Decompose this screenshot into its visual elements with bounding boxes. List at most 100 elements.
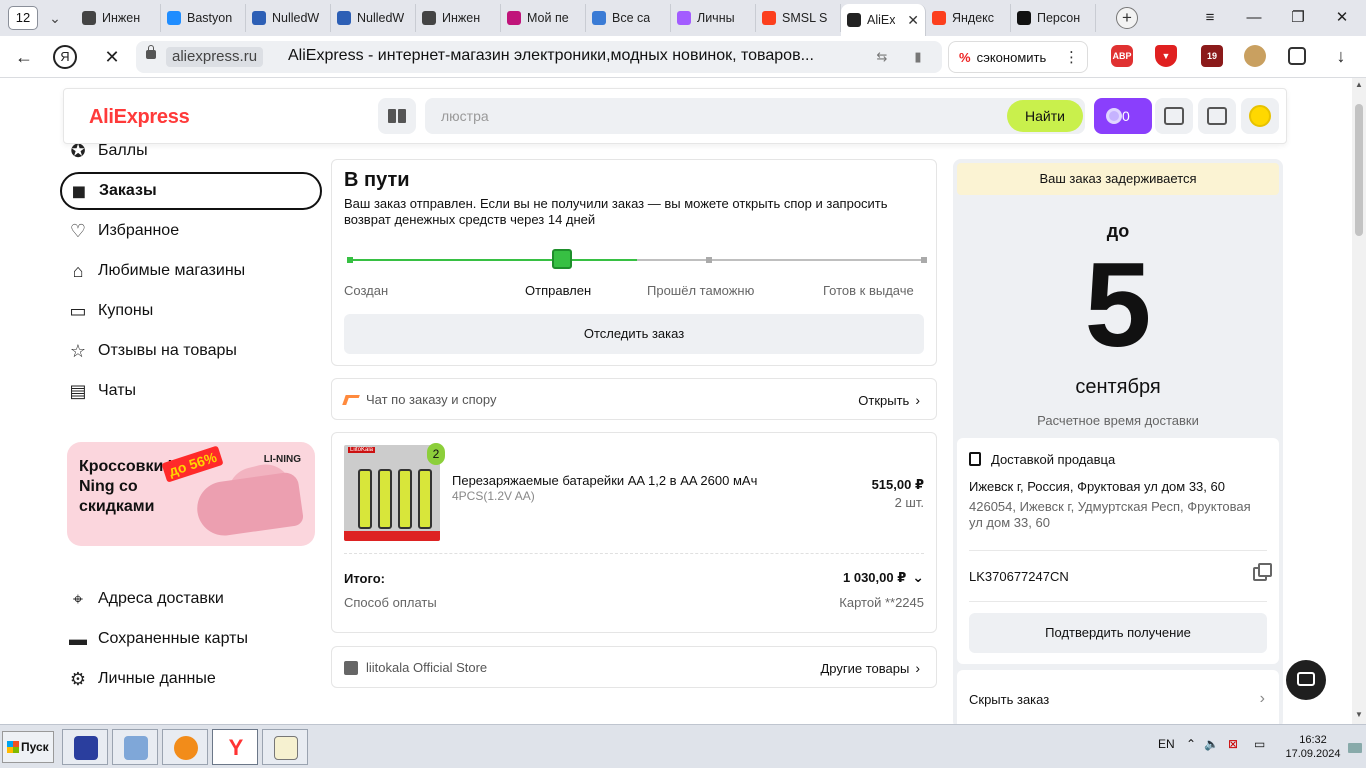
hide-order-row[interactable]: Скрыть заказ › [957,670,1279,724]
restore-button[interactable]: ❐ [1276,0,1320,36]
browser-tab[interactable]: Bastyon [161,4,246,32]
tab-count[interactable]: 12 [8,6,38,30]
adblock-icon[interactable]: ABP [1111,45,1133,67]
sidebar-item[interactable]: ▬ Сохраненные карты [60,620,322,658]
total-toggle[interactable]: 1 030,00 ₽ ⌄ [843,569,924,586]
parcel-locker-icon [969,452,981,466]
store-name[interactable]: liitokala Official Store [366,660,487,675]
lock-icon[interactable] [146,45,156,59]
coins-button[interactable]: 0 [1094,98,1152,134]
confirm-receipt-button[interactable]: Подтвердить получение [969,613,1267,653]
shield-icon[interactable]: ▼ [1155,45,1177,67]
order-chat-row[interactable]: Чат по заказу и спору Открыть › [331,378,937,420]
stop-loading-button[interactable]: ✕ [98,44,126,70]
track-order-button[interactable]: Отследить заказ [344,314,924,354]
close-window-button[interactable]: ✕ [1320,0,1364,36]
sidebar-item[interactable]: ▭ Купоны [60,292,322,330]
yandex-icon[interactable]: Я [53,45,77,69]
minimize-button[interactable]: — [1232,0,1276,36]
back-button[interactable]: ← [10,44,38,70]
sidebar-item-label: Чаты [98,382,137,399]
book-icon [388,109,396,123]
browser-tab[interactable]: SMSL S [756,4,841,32]
taskbar-app-yandex[interactable]: Y [212,729,258,765]
search-button[interactable]: Найти [1007,100,1083,132]
taskbar-app-media[interactable] [162,729,208,765]
more-icon[interactable]: ⋮ [1064,48,1079,66]
profile-button[interactable] [1241,98,1279,134]
tab-label: Инжен [442,11,481,25]
progress-track [347,249,927,269]
support-chat-button[interactable] [1286,660,1326,700]
cart-button[interactable] [1198,98,1236,134]
product-image[interactable]: LiitoKala [344,445,440,541]
product-price: 515,00 ₽ [871,477,924,492]
browser-tab[interactable]: Яндекс [926,4,1011,32]
address-bar[interactable]: aliexpress.ru AliExpress - интернет-мага… [136,41,942,73]
address-sub: 426054, Ижевск г, Удмуртская Респ, Фрукт… [969,499,1251,530]
chat-open-link[interactable]: Открыть › [858,392,920,408]
browser-tab[interactable]: Инжен [76,4,161,32]
scroll-down-icon[interactable]: ▼ [1354,710,1364,719]
browser-tab[interactable]: NulledW [246,4,331,32]
browser-tab[interactable]: AliEx ✕ [841,4,926,36]
new-tab-button[interactable]: + [1116,7,1138,29]
sidebar-item-label: Личные данные [98,670,216,687]
taskbar-app-notepad[interactable] [262,729,308,765]
aliexpress-logo[interactable]: AliExpress [89,106,190,129]
browser-tab[interactable]: Все са [586,4,671,32]
extension-icon[interactable] [1244,45,1266,67]
clock[interactable]: 16:32 17.09.2024 [1280,733,1346,761]
collections-icon[interactable] [1288,47,1306,65]
browser-tab[interactable]: Личны [671,4,756,32]
tray-expand-icon[interactable]: ⌃ [1186,737,1196,751]
show-desktop-icon[interactable] [1348,743,1362,753]
scroll-up-icon[interactable]: ▲ [1354,80,1364,89]
sidebar-item[interactable]: ▤ Чаты [60,372,322,410]
search-input[interactable]: люстра Найти [425,98,1085,134]
product-image-brand: LiitoKala [348,447,376,453]
network-status-icon[interactable]: ⊠ [1228,737,1238,751]
scroll-thumb[interactable] [1355,104,1363,236]
sidebar-item[interactable]: ◼ Заказы [60,172,322,210]
domain-label[interactable]: aliexpress.ru [166,47,264,67]
tab-favicon-icon [507,11,521,25]
sidebar-item[interactable]: ☆ Отзывы на товары [60,332,322,370]
browser-tab[interactable]: Персон [1011,4,1096,32]
taskbar-app-save[interactable] [62,729,108,765]
promo-banner[interactable]: Кроссовки Li-Ning со скидками до 56% LI-… [67,442,315,546]
tab-label: Мой пе [527,11,569,25]
sidebar-item-label: Любимые магазины [98,262,246,279]
menu-icon[interactable]: ≡ [1188,0,1232,36]
close-tab-icon[interactable]: ✕ [907,12,919,29]
percent-icon: % [959,49,971,65]
copy-icon[interactable] [1253,563,1272,581]
sidebar-item[interactable]: ⌖ Адреса доставки [60,580,322,618]
browser-tab[interactable]: Мой пе [501,4,586,32]
tab-label: Инжен [102,11,141,25]
taskbar-app-network[interactable] [112,729,158,765]
save-money-button[interactable]: % сэкономить ⋮ [948,41,1088,73]
download-icon[interactable]: ↓ [1330,45,1352,67]
bookmark-icon[interactable]: ▮ [910,49,926,65]
other-goods-link[interactable]: Другие товары › [820,660,920,676]
tab-list-chevron-icon[interactable]: ⌄ [42,6,68,30]
sidebar-item[interactable]: ⌂ Любимые магазины [60,252,322,290]
orders-header-button[interactable] [1155,98,1193,134]
page-scrollbar[interactable]: ▲ ▼ [1352,78,1366,724]
sidebar-item-label: Отзывы на товары [98,342,237,359]
sidebar-item[interactable]: ⚙ Личные данные [60,660,322,698]
sidebar-item[interactable]: ♡ Избранное [60,212,322,250]
start-button[interactable]: Пуск [2,731,54,763]
store-row[interactable]: liitokala Official Store Другие товары › [331,646,937,688]
browser-tab[interactable]: Инжен [416,4,501,32]
volume-icon[interactable]: 🔈 [1204,737,1219,751]
translate-icon[interactable]: ⇆ [874,49,890,65]
monitor-icon[interactable]: ▭ [1254,737,1265,751]
catalog-button[interactable] [378,98,416,134]
language-indicator[interactable]: EN [1158,737,1175,751]
browser-tab[interactable]: NulledW [331,4,416,32]
smiley-icon [1249,105,1271,127]
extension-badge-icon[interactable]: 19 [1201,45,1223,67]
product-name[interactable]: Перезаряжаемые батарейки AA 1,2 в AA 260… [452,473,757,488]
